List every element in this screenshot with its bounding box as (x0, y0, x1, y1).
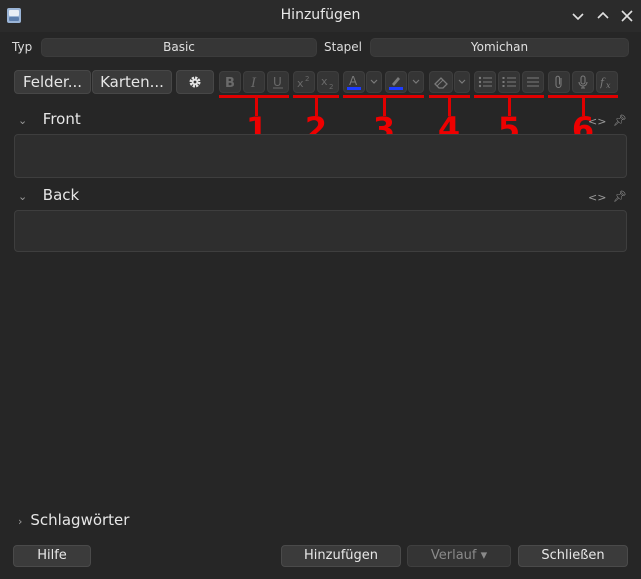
html-editor-toggle-icon[interactable]: <> (588, 191, 606, 204)
subscript-button[interactable]: x2 (317, 71, 339, 93)
collapse-chevron-icon[interactable]: ⌄ (18, 114, 32, 127)
highlight-color-button[interactable] (385, 71, 407, 93)
subscript-icon: x2 (321, 75, 333, 89)
italic-icon: I (250, 76, 257, 89)
align-button[interactable] (522, 71, 544, 93)
pin-icon[interactable]: 📌︎ (613, 114, 627, 127)
field-editor-front[interactable] (14, 134, 627, 178)
fields-button[interactable]: Felder... (14, 70, 91, 94)
record-audio-button[interactable] (572, 71, 594, 93)
svg-text:I: I (250, 76, 257, 89)
clear-formatting-button[interactable] (429, 71, 453, 93)
svg-text:B: B (225, 76, 235, 89)
window-title: Hinzufügen (280, 7, 361, 23)
field-name: Front (42, 110, 81, 128)
add-button[interactable]: Hinzufügen (281, 545, 401, 567)
bold-button[interactable]: B (219, 71, 241, 93)
formula-button[interactable]: fx (596, 71, 618, 93)
tags-section[interactable]: › Schlagwörter (18, 511, 129, 529)
chevron-down-icon (412, 79, 420, 84)
eraser-icon (434, 77, 448, 89)
svg-text:U: U (273, 75, 282, 89)
deck-label: Stapel (324, 40, 363, 54)
italic-button[interactable]: I (243, 71, 265, 93)
deck-selector[interactable]: Yomichan (370, 38, 629, 57)
svg-text:x: x (297, 77, 304, 89)
svg-text:2: 2 (329, 83, 333, 89)
history-button[interactable]: Verlauf ▾ (407, 545, 511, 567)
svg-text:2: 2 (305, 75, 309, 83)
field-header-back[interactable]: ⌄ Back (18, 186, 79, 204)
underline-icon: U (273, 75, 283, 89)
superscript-button[interactable]: x2 (293, 71, 315, 93)
field-editor-back[interactable] (14, 210, 627, 252)
attach-button[interactable] (548, 71, 570, 93)
function-icon: fx (600, 76, 611, 89)
chevron-down-icon[interactable] (569, 7, 587, 25)
text-color-icon: A (347, 74, 361, 90)
field-header-front[interactable]: ⌄ Front (18, 110, 81, 128)
microphone-icon (578, 75, 588, 89)
chevron-down-icon (458, 79, 466, 84)
svg-text:x: x (321, 75, 328, 88)
note-type-selector[interactable]: Basic (41, 38, 317, 57)
clear-formatting-dropdown[interactable] (454, 71, 470, 93)
collapse-chevron-icon[interactable]: ⌄ (18, 190, 32, 203)
numbered-list-icon (502, 77, 516, 87)
title-bar: Hinzufügen (0, 0, 641, 32)
gear-icon (189, 76, 201, 88)
underline-button[interactable]: U (267, 71, 289, 93)
paperclip-icon (555, 75, 562, 89)
settings-button[interactable] (176, 70, 214, 94)
pin-icon[interactable]: 📌︎ (613, 190, 627, 203)
text-color-button[interactable]: A (343, 71, 365, 93)
close-button[interactable]: Schließen (518, 545, 628, 567)
type-label: Typ (12, 40, 33, 54)
align-icon (527, 77, 539, 87)
help-button[interactable]: Hilfe (13, 545, 91, 567)
bullet-list-button[interactable] (474, 71, 496, 93)
html-editor-toggle-icon[interactable]: <> (588, 115, 606, 128)
close-icon[interactable] (618, 7, 636, 25)
svg-text:x: x (606, 81, 611, 89)
chevron-down-icon (370, 79, 378, 84)
annotation-bar-1 (219, 95, 289, 98)
text-color-dropdown[interactable] (366, 71, 382, 93)
tags-label: Schlagwörter (30, 511, 130, 529)
bullet-list-icon (478, 76, 492, 88)
numbered-list-button[interactable] (498, 71, 520, 93)
highlight-color-dropdown[interactable] (408, 71, 424, 93)
superscript-icon: x2 (297, 75, 309, 89)
bold-icon: B (225, 76, 235, 89)
svg-text:A: A (349, 74, 358, 88)
highlighter-icon (389, 77, 403, 90)
field-name: Back (42, 186, 80, 204)
chevron-up-icon[interactable] (594, 7, 612, 25)
chevron-right-icon[interactable]: › (18, 515, 22, 528)
cards-button[interactable]: Karten... (92, 70, 172, 94)
